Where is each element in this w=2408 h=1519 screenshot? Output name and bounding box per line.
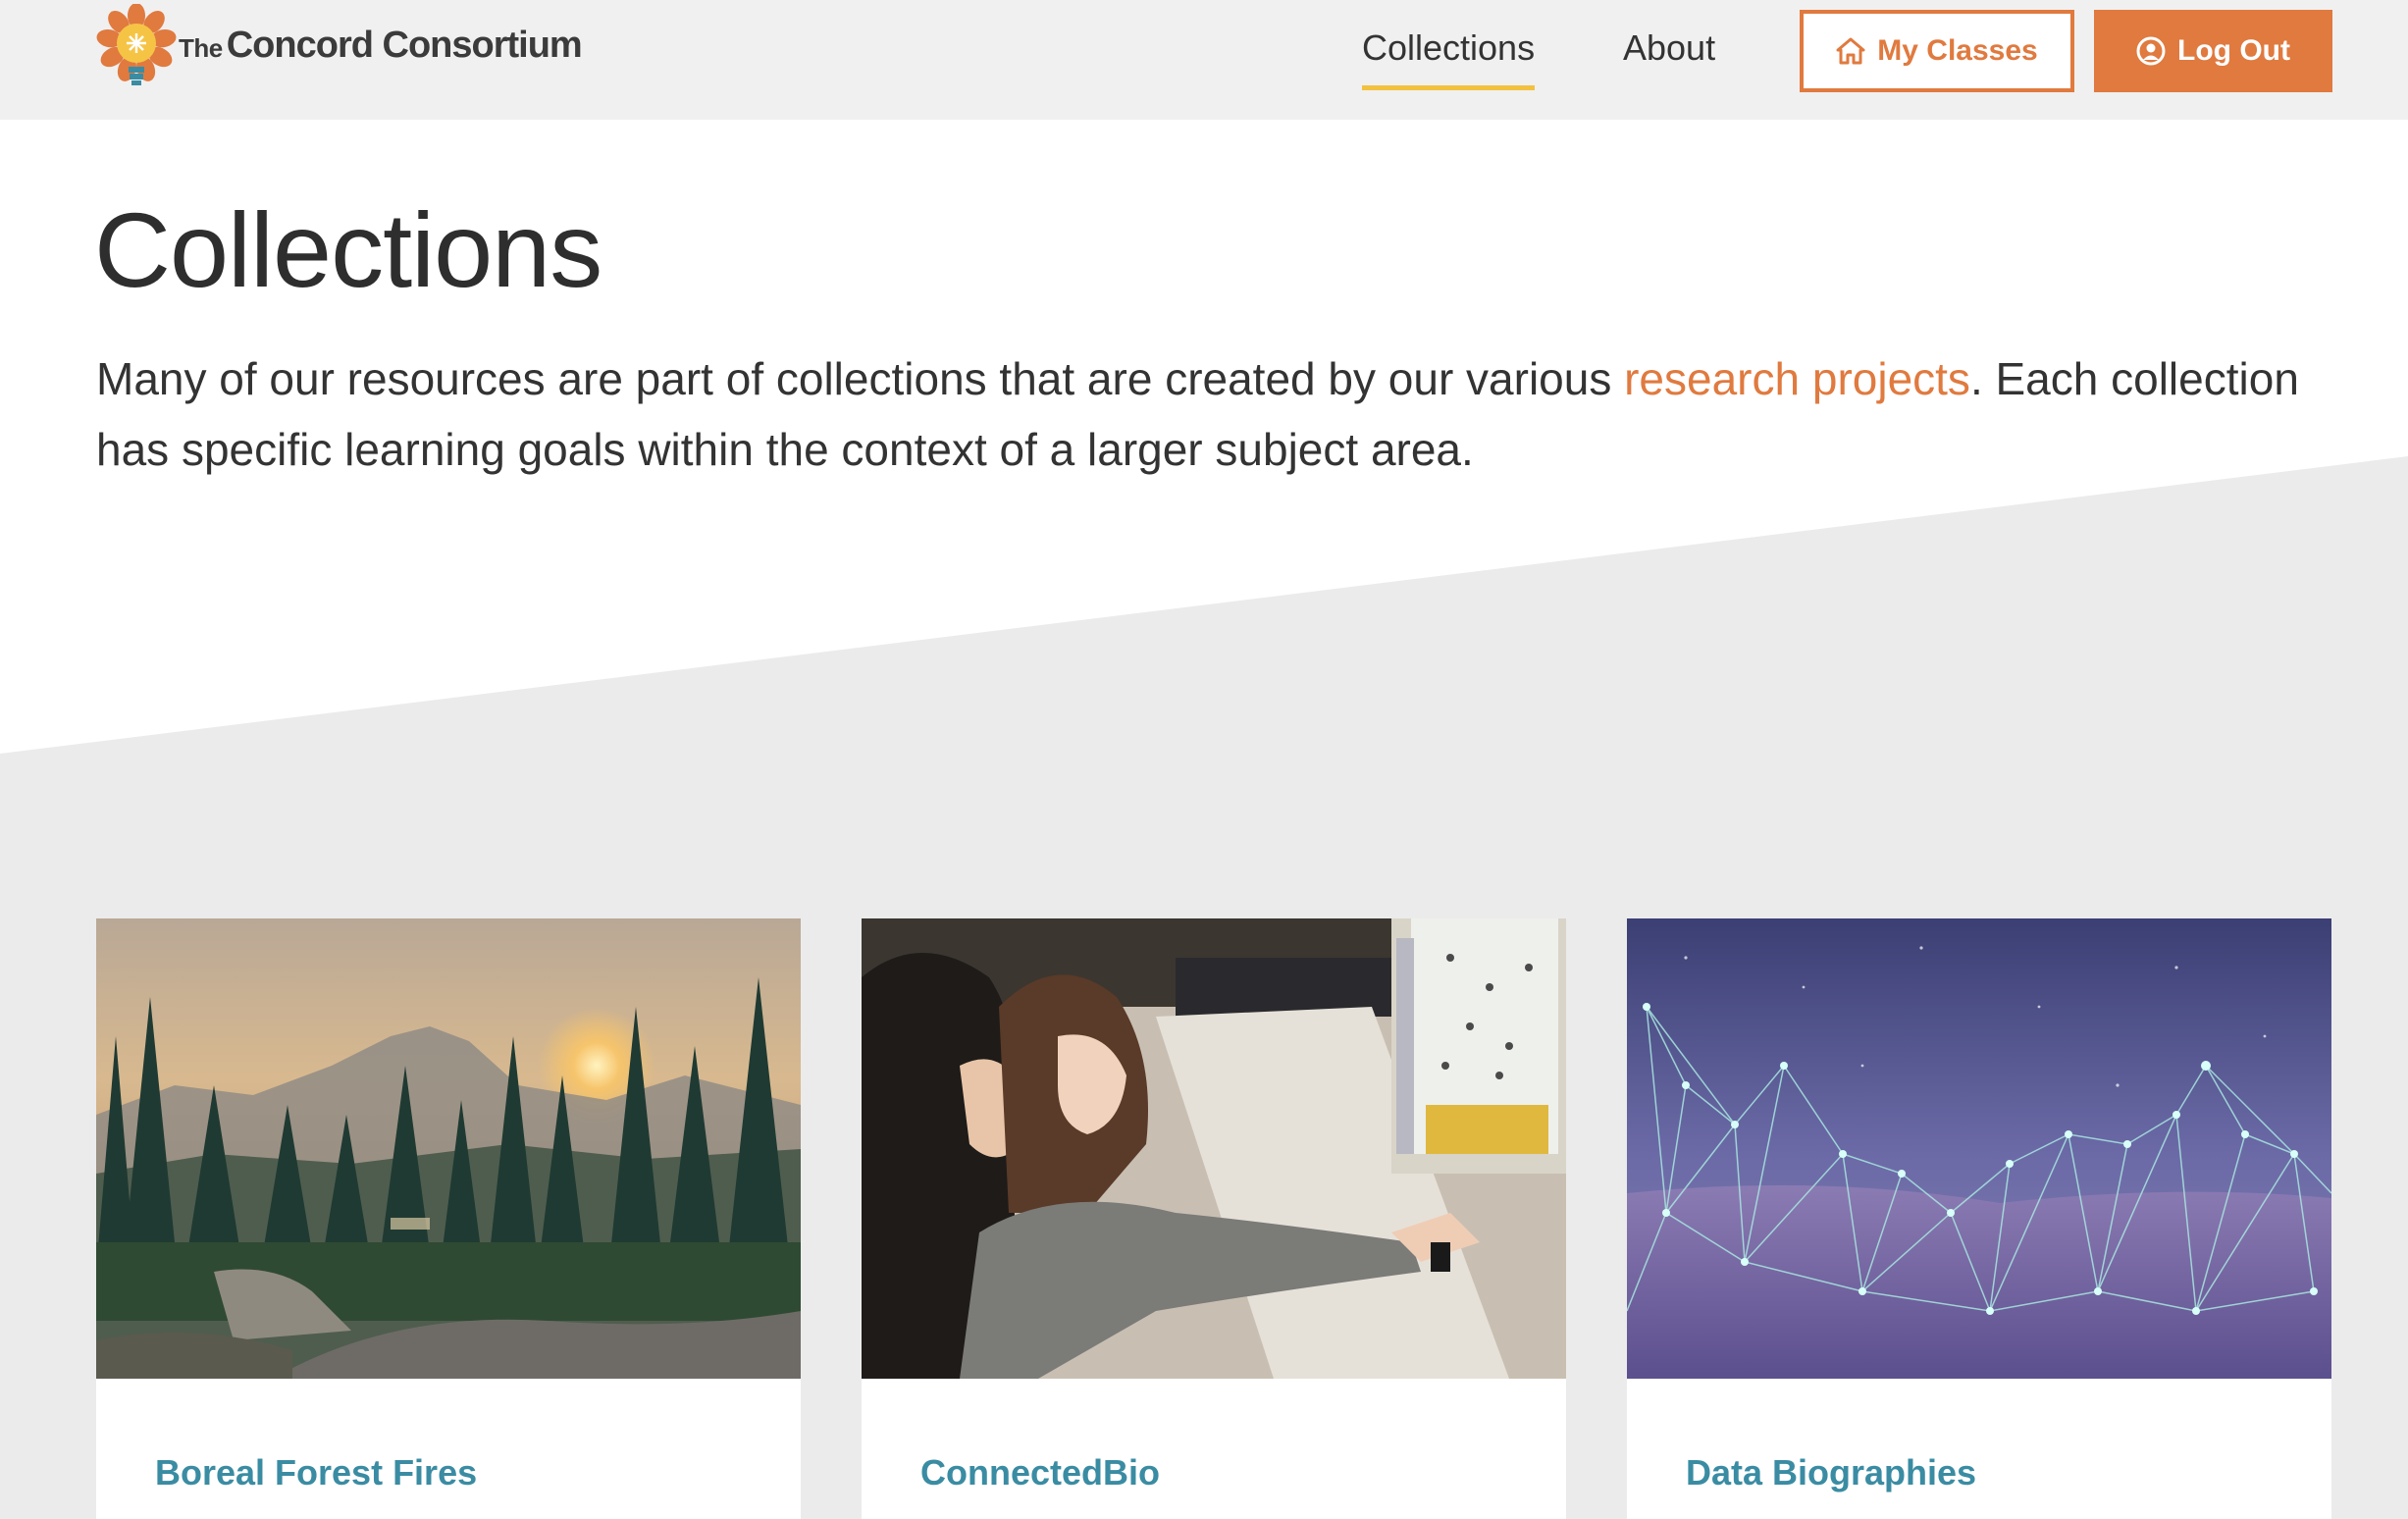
logo-name: Concord Consortium: [226, 24, 583, 66]
user-circle-icon: [2136, 36, 2166, 66]
site-header: The Concord Consortium Collections About…: [0, 0, 2408, 120]
log-out-label: Log Out: [2177, 34, 2290, 67]
logo-prefix: The: [179, 32, 223, 63]
logo[interactable]: The Concord Consortium: [94, 4, 583, 94]
card-title[interactable]: Data Biographies: [1686, 1452, 1976, 1493]
lightbulb-logo-icon: [96, 4, 177, 85]
my-classes-button[interactable]: My Classes: [1800, 10, 2074, 92]
network-desert-image: [1627, 918, 2331, 1379]
collection-card-boreal-forest-fires[interactable]: Boreal Forest Fires: [96, 918, 801, 1519]
collection-card-connectedbio[interactable]: ConnectedBio: [862, 918, 1566, 1519]
page: The Concord Consortium Collections About…: [0, 0, 2408, 1519]
intro-text-start: Many of our resources are part of collec…: [96, 353, 1625, 404]
log-out-button[interactable]: Log Out: [2094, 10, 2332, 92]
nav-about[interactable]: About: [1623, 24, 1715, 90]
students-at-computer-image: [862, 918, 1566, 1379]
card-title[interactable]: ConnectedBio: [920, 1452, 1160, 1493]
collection-card-data-biographies[interactable]: Data Biographies: [1627, 918, 2331, 1519]
forest-sunset-image: [96, 918, 801, 1379]
card-title[interactable]: Boreal Forest Fires: [155, 1452, 477, 1493]
research-projects-link[interactable]: research projects: [1624, 353, 1970, 404]
home-icon: [1836, 37, 1865, 65]
intro-text: Many of our resources are part of collec…: [96, 343, 2353, 485]
my-classes-label: My Classes: [1877, 34, 2038, 67]
nav-collections[interactable]: Collections: [1362, 24, 1536, 90]
